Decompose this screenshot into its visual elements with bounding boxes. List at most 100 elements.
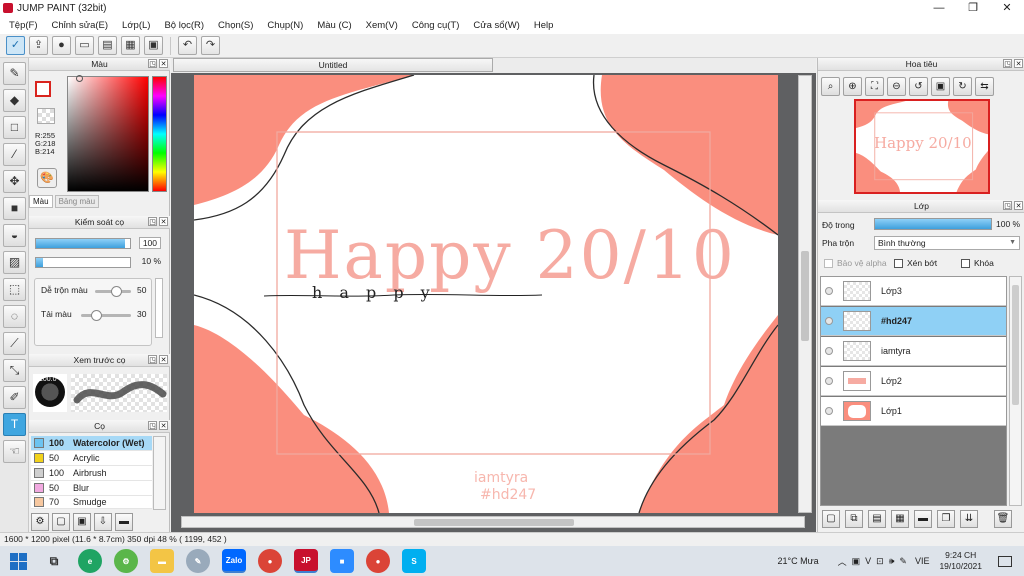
maximize-button[interactable]: ❐ xyxy=(956,0,990,16)
float-icon[interactable]: ◳ xyxy=(148,355,157,364)
jump-paint-icon[interactable]: JP xyxy=(294,549,318,573)
transparent-swatch[interactable] xyxy=(37,108,55,124)
brush-icon[interactable]: ✎ xyxy=(3,62,26,85)
new-layer-copy-icon[interactable]: ⧉ xyxy=(845,510,863,528)
picker-cursor[interactable] xyxy=(76,75,83,82)
layer-row-lop2[interactable]: Lớp2 xyxy=(821,367,1006,396)
windows-start-icon[interactable] xyxy=(6,549,30,573)
close-icon[interactable]: ✕ xyxy=(159,421,168,430)
menu-edit[interactable]: Chỉnh sửa(E) xyxy=(45,20,116,31)
close-icon[interactable]: ✕ xyxy=(1014,59,1023,68)
tray-app-icon[interactable]: ▣ xyxy=(852,556,861,567)
menu-tools[interactable]: Công cụ(T) xyxy=(405,20,467,31)
saturation-value-picker[interactable] xyxy=(67,76,149,192)
blend-slider[interactable] xyxy=(95,286,131,297)
edge-icon[interactable]: e xyxy=(78,549,102,573)
grid-settings-icon[interactable]: ▣ xyxy=(144,36,163,55)
document-tab[interactable]: Untitled xyxy=(173,58,493,72)
eyedropper-icon[interactable]: ⟋ xyxy=(3,332,26,355)
fit-window-icon[interactable]: ⛶ xyxy=(865,77,884,96)
float-icon[interactable]: ◳ xyxy=(148,59,157,68)
canvas-horizontal-scrollbar[interactable] xyxy=(181,516,805,528)
selection-pen-icon[interactable]: ✐ xyxy=(3,386,26,409)
task-view-icon[interactable]: ⧉ xyxy=(42,549,66,573)
dotted-select-icon[interactable]: ⬚ xyxy=(3,278,26,301)
flip-icon[interactable]: ⇆ xyxy=(975,77,994,96)
visibility-icon[interactable] xyxy=(825,287,833,295)
layer-row-lop3[interactable]: Lớp3 xyxy=(821,277,1006,306)
new-brush-icon[interactable]: ▢ xyxy=(52,513,70,531)
menu-capture[interactable]: Chụp(N) xyxy=(260,20,310,31)
page-icon[interactable]: ▤ xyxy=(98,36,117,55)
blend-slider-knob[interactable] xyxy=(111,286,122,297)
skype-icon[interactable]: S xyxy=(402,549,426,573)
menu-select[interactable]: Chọn(S) xyxy=(211,20,260,31)
refill-slider-knob[interactable] xyxy=(91,310,102,321)
actual-size-icon[interactable]: ▣ xyxy=(931,77,950,96)
scroll-thumb[interactable] xyxy=(801,251,809,341)
file-explorer-icon[interactable]: ▬ xyxy=(150,549,174,573)
zoom-fit-icon[interactable]: ⌕ xyxy=(821,77,840,96)
new-layer-halftone-icon[interactable]: ▤ xyxy=(868,510,886,528)
zoom-in-icon[interactable]: ⊕ xyxy=(843,77,862,96)
share-icon[interactable]: ⇪ xyxy=(29,36,48,55)
canvas-vertical-scrollbar[interactable] xyxy=(798,75,812,513)
close-icon[interactable]: ✕ xyxy=(159,59,168,68)
float-icon[interactable]: ◳ xyxy=(148,217,157,226)
fill-rect-icon[interactable]: ■ xyxy=(3,197,26,220)
menu-window[interactable]: Cửa sổ(W) xyxy=(466,20,526,31)
float-icon[interactable]: ◳ xyxy=(1003,201,1012,210)
weather-widget[interactable]: 21°C Mưa xyxy=(777,556,818,566)
duplicate-layer-icon[interactable]: ❐ xyxy=(937,510,955,528)
opacity-slider[interactable] xyxy=(35,257,131,268)
zalo-icon[interactable]: Zalo xyxy=(222,549,246,573)
menu-layer[interactable]: Lớp(L) xyxy=(115,20,157,31)
brush-settings-icon[interactable]: ⚙ xyxy=(31,513,49,531)
transform-icon[interactable]: ⤡ xyxy=(3,359,26,382)
new-folder-icon[interactable]: ▬ xyxy=(914,510,932,528)
menu-view[interactable]: Xem(V) xyxy=(359,20,405,31)
brush-list-scrollbar[interactable] xyxy=(153,436,166,510)
zoom-app-icon[interactable]: ■ xyxy=(330,549,354,573)
zoom-out-icon[interactable]: ⊖ xyxy=(887,77,906,96)
brush-item-airbrush[interactable]: 100 Airbrush xyxy=(31,466,152,481)
paint-app-icon[interactable]: ✎ xyxy=(186,549,210,573)
layers-doc-icon[interactable]: ▦ xyxy=(121,36,140,55)
chrome-profile-icon[interactable]: ● xyxy=(366,549,390,573)
brush-control-scrollbar[interactable] xyxy=(155,278,163,338)
scroll-thumb[interactable] xyxy=(1012,285,1019,405)
size-value[interactable]: 100 xyxy=(138,237,161,249)
minimize-button[interactable]: — xyxy=(922,0,956,16)
hue-slider[interactable] xyxy=(152,76,167,192)
rotate-right-icon[interactable]: ↻ xyxy=(953,77,972,96)
close-icon[interactable]: ✕ xyxy=(159,217,168,226)
clip-checkbox[interactable]: Xén bớt xyxy=(894,258,937,268)
network-icon[interactable]: ⊡ xyxy=(876,556,884,567)
layer-row-hd247[interactable]: #hd247 xyxy=(821,307,1006,336)
visibility-icon[interactable] xyxy=(825,377,833,385)
import-brush-icon[interactable]: ⇩ xyxy=(94,513,112,531)
eraser-icon[interactable]: ◆ xyxy=(3,89,26,112)
foreground-color-swatch[interactable] xyxy=(35,81,51,97)
merge-down-icon[interactable]: ⇊ xyxy=(960,510,978,528)
brush-item-acrylic[interactable]: 50 Acrylic xyxy=(31,451,152,466)
copy-brush-icon[interactable]: ▣ xyxy=(73,513,91,531)
lasso-icon[interactable]: ◌ xyxy=(3,305,26,328)
tab-color[interactable]: Màu xyxy=(29,195,53,208)
menu-color[interactable]: Màu (C) xyxy=(310,20,358,31)
navigator-thumbnail[interactable]: Happy 20/10 xyxy=(854,99,990,194)
settings-app-icon[interactable]: ⚙ xyxy=(114,549,138,573)
notification-icon[interactable] xyxy=(998,555,1012,567)
tray-chevron-icon[interactable]: ︿ xyxy=(838,555,847,568)
hand-icon[interactable]: ☜ xyxy=(3,440,26,463)
brush-folder-icon[interactable]: ▬ xyxy=(115,513,133,531)
clock[interactable]: 9:24 CH 19/10/2021 xyxy=(939,550,982,572)
brush-item-blur[interactable]: 50 Blur xyxy=(31,481,152,496)
language-indicator[interactable]: VIE xyxy=(915,556,930,566)
scroll-thumb[interactable] xyxy=(414,519,574,526)
message-icon[interactable]: ▭ xyxy=(75,36,94,55)
menu-file[interactable]: Tệp(F) xyxy=(2,20,45,31)
refill-slider[interactable] xyxy=(81,310,131,321)
redo-icon[interactable]: ↷ xyxy=(201,36,220,55)
magic-wand-icon[interactable]: ⁄ xyxy=(3,143,26,166)
